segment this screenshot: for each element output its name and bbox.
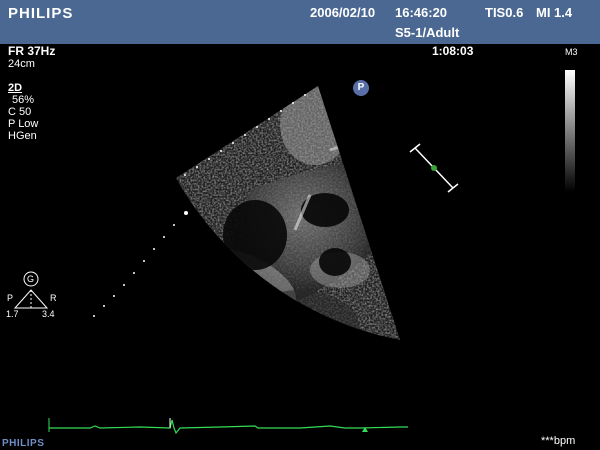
orientation-left-value: 1.7 (6, 309, 19, 319)
focus-badge: P (353, 80, 369, 96)
harmonics-label: HGen (8, 130, 37, 142)
ecg-trace (48, 418, 408, 435)
grayscale-bar (565, 70, 575, 192)
clip-time: 1:08:03 (432, 44, 474, 58)
footer-brand-logo: PHILIPS (2, 438, 45, 449)
orientation-badge: G (27, 274, 35, 284)
lower-chamber (319, 248, 351, 276)
mode-label: 2D (8, 82, 23, 94)
left-chamber (223, 200, 287, 270)
gray-map-label: M3 (565, 47, 578, 57)
orientation-right: R (50, 293, 57, 303)
gain-label: 56% (12, 94, 35, 106)
orientation-left: P (7, 293, 14, 303)
focus-marker (409, 143, 459, 193)
compression-label: C 50 (8, 106, 32, 118)
depth-label: 24cm (8, 58, 35, 70)
power-label: P Low (8, 118, 39, 130)
orientation-right-value: 3.4 (42, 309, 55, 319)
echo-image (13, 86, 459, 435)
heart-rate: ***bpm (541, 435, 576, 447)
scan-sector (176, 86, 400, 340)
frame-rate-label: FR 37Hz (8, 44, 56, 58)
